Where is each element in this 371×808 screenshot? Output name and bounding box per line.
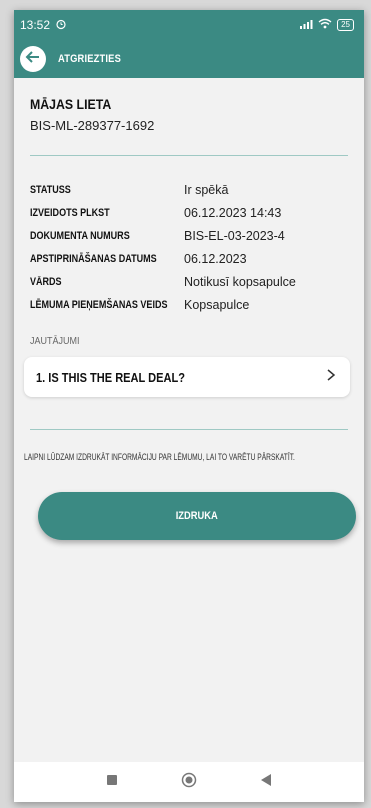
arrow-left-icon bbox=[25, 50, 41, 69]
details-list: STATUSS Ir spēkā IZVEIDOTS PLKST 06.12.2… bbox=[30, 178, 348, 316]
questions-label: JAUTĀJUMI bbox=[30, 336, 80, 347]
detail-label: APSTIPRINĀŠANAS DATUMS bbox=[30, 252, 157, 265]
circle-icon[interactable] bbox=[181, 772, 197, 793]
detail-value: Ir spēkā bbox=[184, 182, 229, 197]
print-button-label: IZDRUKA bbox=[175, 510, 219, 522]
case-id: BIS-ML-289377-1692 bbox=[30, 118, 155, 133]
detail-value: 06.12.2023 bbox=[184, 251, 247, 266]
detail-label: IZVEIDOTS PLKST bbox=[30, 206, 110, 219]
app-bar: ATGRIEZTIES bbox=[14, 40, 364, 78]
status-time: 13:52 bbox=[20, 18, 51, 32]
info-text: LAIPNI LŪDZAM IZDRUKĀT INFORMĀCIJU PAR L… bbox=[24, 452, 295, 462]
divider bbox=[30, 429, 348, 430]
alarm-icon bbox=[55, 18, 67, 33]
detail-row-name: VĀRDS Notikusī kopsapulce bbox=[30, 270, 348, 293]
triangle-back-icon[interactable] bbox=[260, 773, 272, 792]
back-label[interactable]: ATGRIEZTIES bbox=[58, 53, 121, 65]
square-icon[interactable] bbox=[106, 773, 118, 791]
detail-row-approval-date: APSTIPRINĀŠANAS DATUMS 06.12.2023 bbox=[30, 247, 348, 270]
detail-row-status: STATUSS Ir spēkā bbox=[30, 178, 348, 201]
print-button[interactable]: IZDRUKA bbox=[38, 492, 356, 540]
detail-row-created: IZVEIDOTS PLKST 06.12.2023 14:43 bbox=[30, 201, 348, 224]
detail-label: DOKUMENTA NUMURS bbox=[30, 229, 130, 242]
question-item[interactable]: 1. IS THIS THE REAL DEAL? bbox=[24, 357, 350, 397]
detail-row-decision-type: LĒMUMA PIEŅEMŠANAS VEIDS Kopsapulce bbox=[30, 293, 348, 316]
system-nav-bar bbox=[14, 762, 364, 802]
detail-label: STATUSS bbox=[30, 183, 71, 196]
status-bar: 13:52 25 bbox=[14, 10, 364, 40]
wifi-icon bbox=[318, 18, 332, 32]
question-text: 1. IS THIS THE REAL DEAL? bbox=[36, 369, 185, 385]
detail-label: LĒMUMA PIEŅEMŠANAS VEIDS bbox=[30, 298, 168, 311]
case-title: MĀJAS LIETA bbox=[30, 96, 112, 112]
chevron-right-icon bbox=[326, 368, 336, 387]
detail-value: Notikusī kopsapulce bbox=[184, 274, 296, 289]
detail-value: BIS-EL-03-2023-4 bbox=[184, 228, 285, 243]
detail-value: Kopsapulce bbox=[184, 297, 250, 312]
content: MĀJAS LIETA BIS-ML-289377-1692 STATUSS I… bbox=[14, 96, 364, 540]
detail-label: VĀRDS bbox=[30, 275, 62, 288]
phone-screen: 13:52 25 ATGRIEZTIES MĀJAS LIETA BIS-ML-… bbox=[14, 10, 364, 802]
signal-icon bbox=[299, 18, 313, 32]
detail-row-document-number: DOKUMENTA NUMURS BIS-EL-03-2023-4 bbox=[30, 224, 348, 247]
divider bbox=[30, 155, 348, 156]
battery-icon: 25 bbox=[337, 19, 354, 31]
back-button[interactable] bbox=[20, 46, 46, 72]
detail-value: 06.12.2023 14:43 bbox=[184, 205, 282, 220]
